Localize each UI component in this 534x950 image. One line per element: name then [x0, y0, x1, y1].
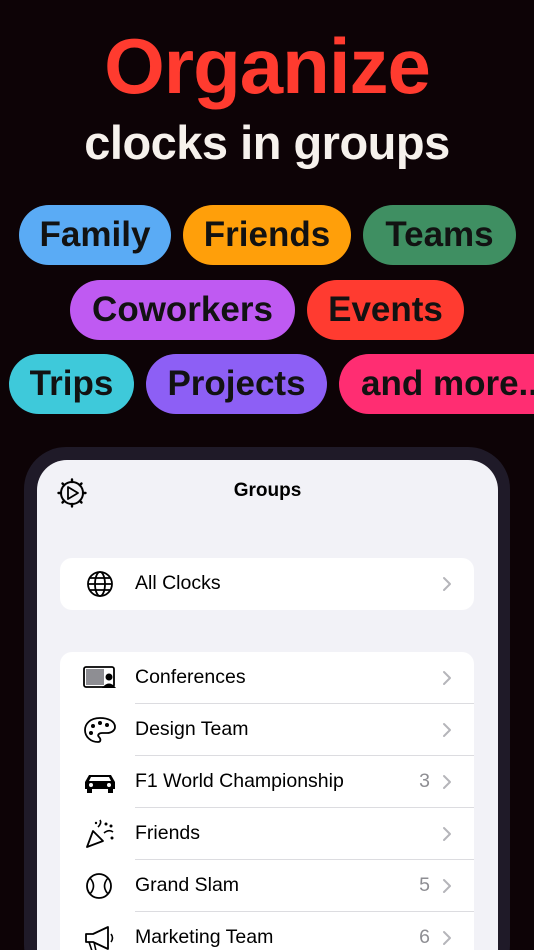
- group-label: Grand Slam: [135, 874, 240, 896]
- all-clocks-row[interactable]: All Clocks: [60, 558, 474, 610]
- group-label: Marketing Team: [135, 926, 274, 948]
- group-row-friends[interactable]: Friends: [60, 808, 474, 860]
- all-clocks-label: All Clocks: [135, 572, 221, 594]
- chevron-right-icon: [443, 931, 451, 945]
- chevron-right-icon: [443, 775, 451, 789]
- subheadline: clocks in groups: [84, 116, 450, 169]
- headline: Organize: [104, 22, 431, 110]
- tag-coworkers: Coworkers: [70, 280, 295, 340]
- chevron-right-icon: [443, 827, 451, 841]
- tag-projects: Projects: [146, 354, 327, 414]
- chevron-right-icon: [443, 723, 451, 737]
- chevron-right-icon: [443, 671, 451, 685]
- groups-list: Conferences Design Team F1 World Champio…: [60, 652, 474, 950]
- chevron-right-icon: [443, 879, 451, 893]
- tag-family: Family: [19, 205, 171, 265]
- group-row-f1-world-championship[interactable]: F1 World Championship 3: [60, 756, 474, 808]
- group-row-marketing-team[interactable]: Marketing Team 6: [60, 912, 474, 950]
- megaphone-icon: [85, 926, 114, 950]
- tag-events: Events: [307, 280, 464, 340]
- tag-and-more: and more...: [339, 354, 534, 414]
- car-icon: [85, 775, 115, 793]
- group-count: 3: [419, 770, 430, 792]
- group-count: 5: [419, 874, 430, 896]
- party-popper-icon: [86, 819, 114, 848]
- group-count: 6: [419, 926, 430, 948]
- tag-teams: Teams: [363, 205, 516, 265]
- tag-friends: Friends: [183, 205, 351, 265]
- group-row-grand-slam[interactable]: Grand Slam 5: [60, 860, 474, 912]
- tennis-ball-icon: [86, 873, 112, 899]
- group-label: F1 World Championship: [135, 770, 344, 792]
- group-row-design-team[interactable]: Design Team: [60, 704, 474, 756]
- globe-icon: [87, 571, 113, 597]
- all-clocks-card: All Clocks: [60, 558, 474, 610]
- tag-trips: Trips: [9, 354, 134, 414]
- screen-title: Groups: [233, 480, 302, 501]
- presentation-icon: [83, 666, 116, 688]
- groups-screen: Groups All Clocks Conferences Design Tea…: [37, 460, 498, 950]
- group-label: Design Team: [135, 718, 249, 740]
- chevron-right-icon: [443, 577, 451, 591]
- palette-icon: [84, 717, 116, 743]
- group-label: Conferences: [135, 666, 246, 688]
- group-row-conferences[interactable]: Conferences: [60, 652, 474, 704]
- group-label: Friends: [135, 822, 201, 844]
